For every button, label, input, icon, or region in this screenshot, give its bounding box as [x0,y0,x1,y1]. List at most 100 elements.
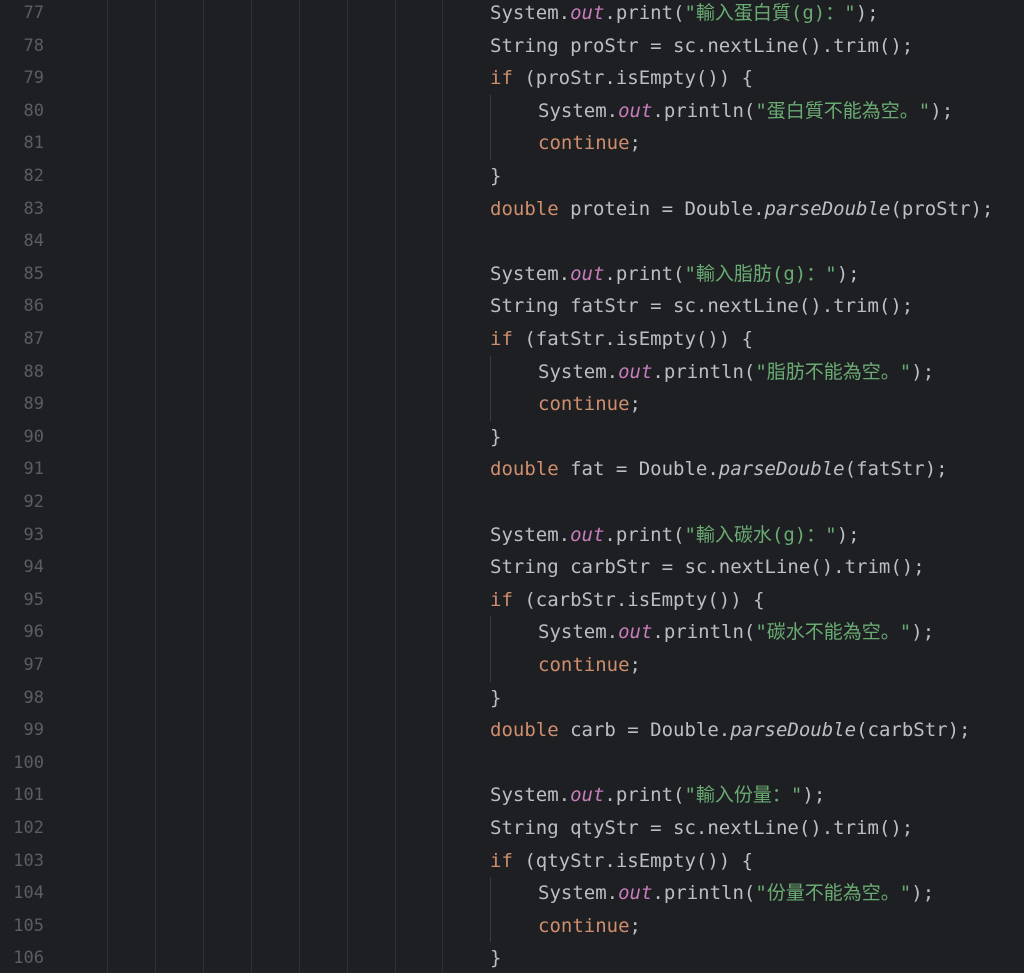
code-line[interactable]: 82} [0,160,1024,193]
code-line[interactable]: 77 System.out.print("輸入蛋白質(g)："); [0,0,1024,30]
code-text[interactable]: if (fatStr.isEmpty()) { [490,323,753,356]
code-text[interactable]: continue; [538,388,641,421]
code-line[interactable]: 93 System.out.print("輸入碳水(g)："); [0,519,1024,552]
code-line[interactable]: 96 System.out.println("碳水不能為空。"); [0,616,1024,649]
code-line[interactable]: 92 [0,486,1024,519]
code-line[interactable]: 102 String qtyStr = sc.nextLine().trim(); [0,812,1024,845]
code-text[interactable]: System.out.print("輸入蛋白質(g)："); [490,0,879,30]
code-token: } [490,425,502,448]
code-text[interactable]: System.out.println("蛋白質不能為空。"); [538,95,953,128]
code-token: System. [538,882,619,905]
code-line[interactable]: 99 double carb = Double.parseDouble(carbS… [0,714,1024,747]
line-number: 90 [23,426,44,447]
code-text[interactable]: String fatStr = sc.nextLine().trim(); [490,290,913,323]
code-line[interactable]: 78 String proStr = sc.nextLine().trim(); [0,30,1024,63]
code-line[interactable]: 87 if (fatStr.isEmpty()) { [0,323,1024,356]
code-token: ; [629,654,641,676]
code-token: "輸入蛋白質(g)：" [684,2,856,24]
code-line[interactable]: 85 System.out.print("輸入脂肪(g)："); [0,258,1024,291]
code-token: protein = Double. [558,197,765,220]
code-text[interactable]: double fat = Double.parseDouble(fatStr); [490,453,948,486]
code-token: (fatStr.isEmpty()) { [512,328,754,350]
line-number: 93 [23,524,44,545]
line-number: 81 [23,133,44,154]
code-token: (fatStr); [844,458,948,481]
code-token: .println( [652,360,756,383]
line-number: 105 [13,915,44,936]
line-number: 88 [23,361,44,382]
code-line[interactable]: 98} [0,682,1024,715]
code-text[interactable]: } [490,421,501,454]
code-token: double [490,197,559,220]
code-line[interactable]: 95 if (carbStr.isEmpty()) { [0,584,1024,617]
code-text[interactable]: System.out.print("輸入脂肪(g)："); [490,258,860,291]
code-text[interactable]: System.out.print("輸入碳水(g)："); [490,519,860,552]
code-line[interactable]: 103 if (qtyStr.isEmpty()) { [0,845,1024,878]
line-number: 102 [13,818,44,838]
code-token: .print( [604,523,685,546]
code-line[interactable]: 100 [0,747,1024,780]
code-editor[interactable]: 77 System.out.print("輸入蛋白質(g)："); 78 String… [0,0,1024,973]
code-token: String proStr = sc.nextLine().trim(); [490,34,914,57]
code-line[interactable]: 89 continue; [0,388,1024,421]
code-text[interactable]: } [490,160,501,193]
code-token: .print( [604,784,685,807]
code-line[interactable]: 88 System.out.println("脂肪不能為空。"); [0,355,1024,389]
code-text[interactable]: System.out.println("碳水不能為空。"); [538,616,934,649]
code-line[interactable]: 97 continue; [0,649,1024,682]
code-text[interactable]: if (proStr.isEmpty()) { [490,62,753,95]
code-line[interactable]: 104 System.out.println("份量不能為空。"); [0,877,1024,910]
code-token: "蛋白質不能為空。" [755,99,931,122]
code-text[interactable]: double protein = Double.parseDouble(proS… [490,193,993,226]
code-token: if [490,67,513,90]
code-text[interactable]: continue; [538,127,641,160]
code-line[interactable]: 86 String fatStr = sc.nextLine().trim(); [0,290,1024,323]
code-text[interactable]: System.out.println("份量不能為空。"); [538,877,934,910]
code-token: .println( [652,882,756,905]
code-token: double [490,458,559,481]
code-token: out [618,882,653,905]
code-token: out [618,621,653,644]
code-token: .println( [652,99,756,122]
code-line[interactable]: 91 double fat = Double.parseDouble(fatStr… [0,453,1024,486]
line-number: 106 [13,948,44,969]
line-number: 96 [23,622,44,643]
code-token: "份量不能為空。" [755,882,912,905]
code-token: out [570,523,605,546]
code-text[interactable]: double carb = Double.parseDouble(carbStr… [490,714,970,747]
code-text[interactable]: System.out.println("脂肪不能為空。"); [538,356,934,389]
code-line[interactable]: 101 System.out.print("輸入份量："); [0,779,1024,812]
code-line[interactable]: 83 double protein = Double.parseDouble(pr… [0,193,1024,226]
code-line[interactable]: 90} [0,421,1024,454]
code-text[interactable]: continue; [538,649,641,682]
code-text[interactable]: String qtyStr = sc.nextLine().trim(); [490,812,913,845]
code-line[interactable]: 81 continue; [0,127,1024,160]
code-line[interactable]: 79 if (proStr.isEmpty()) { [0,62,1024,95]
code-token: ); [911,882,935,905]
block-indent-guide [490,127,491,160]
code-text[interactable]: String carbStr = sc.nextLine().trim(); [490,551,925,584]
code-line[interactable]: 84 [0,225,1024,258]
code-line[interactable]: 80 System.out.println("蛋白質不能為空。"); [0,94,1024,128]
code-token: continue [538,393,630,416]
code-text[interactable]: if (qtyStr.isEmpty()) { [490,845,753,878]
line-number: 101 [13,785,44,806]
code-line[interactable]: 106} [0,942,1024,973]
code-text[interactable]: System.out.print("輸入份量："); [490,779,825,812]
block-indent-guide [490,649,491,682]
code-token: "輸入碳水(g)：" [684,523,837,546]
block-indent-guide [490,94,491,128]
code-text[interactable]: continue; [538,910,641,943]
code-text[interactable]: } [490,682,501,715]
code-token: ); [855,2,879,24]
code-token: parseDouble [718,458,845,481]
code-line[interactable]: 105 continue; [0,909,1024,943]
line-number: 92 [23,492,44,512]
line-number: 86 [23,296,44,317]
code-line[interactable]: 94 String carbStr = sc.nextLine().trim(); [0,551,1024,584]
code-token: } [490,947,502,970]
code-text[interactable]: } [490,942,501,973]
code-token: .print( [604,2,685,24]
code-text[interactable]: String proStr = sc.nextLine().trim(); [490,30,913,63]
code-text[interactable]: if (carbStr.isEmpty()) { [490,584,765,617]
